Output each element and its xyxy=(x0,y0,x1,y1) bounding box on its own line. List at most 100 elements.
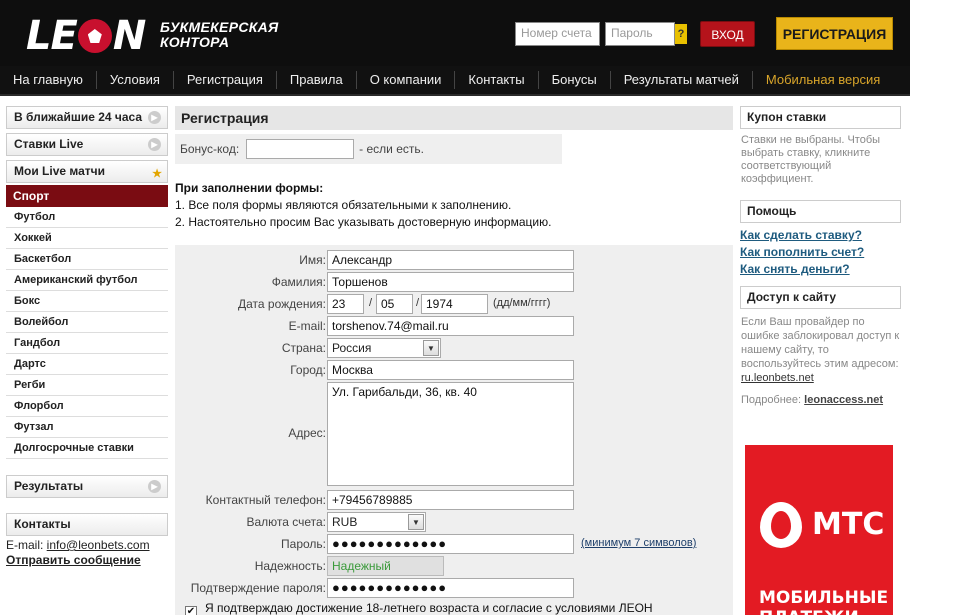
sidebar-email: E-mail: info@leonbets.com xyxy=(6,538,168,553)
phone-label: Контактный телефон: xyxy=(205,493,326,507)
dob-separator: / xyxy=(369,297,373,309)
sport-item-darts[interactable]: Дартс xyxy=(6,354,168,375)
sport-item-volleyball[interactable]: Волейбол xyxy=(6,312,168,333)
sidebar-results-label: Результаты xyxy=(14,479,84,493)
sport-item-rugby[interactable]: Регби xyxy=(6,375,168,396)
name-field[interactable]: Александр xyxy=(327,250,574,270)
proxy-link[interactable]: leonaccess.net xyxy=(804,394,883,406)
address-textarea[interactable]: Ул. Гарибальди, 36, кв. 40 xyxy=(327,382,574,486)
header-password-input[interactable]: Пароль xyxy=(605,22,675,46)
form-instructions: При заполнении формы: 1. Все поля формы … xyxy=(175,180,733,231)
leon-logo[interactable]: LE N xyxy=(26,14,146,58)
proxy-row: Подробнее: leonaccess.net xyxy=(741,394,901,407)
help-link-withdraw[interactable]: Как снять деньги? xyxy=(740,261,901,278)
arrow-right-icon: ▶ xyxy=(148,111,161,124)
country-select[interactable]: Россия ▼ xyxy=(327,338,441,358)
left-sidebar: В ближайшие 24 часа ▶ Ставки Live ▶ Мои Li… xyxy=(6,106,168,567)
sidebar-contacts-title: Контакты xyxy=(6,513,168,536)
send-message-link[interactable]: Отправить сообщение xyxy=(6,553,168,567)
mirror-link[interactable]: ru.leonbets.net xyxy=(741,372,814,384)
sport-item-football[interactable]: Футбол xyxy=(6,207,168,228)
nav-item-registration[interactable]: Регистрация xyxy=(174,71,277,89)
dob-label: Дата рождения: xyxy=(238,297,326,311)
sidebar-live-bets[interactable]: Ставки Live ▶ xyxy=(6,133,168,156)
country-label: Страна: xyxy=(281,341,326,355)
nav-item-mobile[interactable]: Мобильная версия xyxy=(753,71,893,89)
sport-item-handball[interactable]: Гандбол xyxy=(6,333,168,354)
nav-item-bonuses[interactable]: Бонусы xyxy=(539,71,611,89)
surname-field[interactable]: Торшенов xyxy=(327,272,574,292)
right-sidebar: Купон ставки Ставки не выбраны. Чтобы вы… xyxy=(740,106,901,407)
password-row: Пароль: ●●●●●●●●●●●●● (минимум 7 символо… xyxy=(175,534,733,554)
sidebar-next24-label: В ближайшие 24 часа xyxy=(14,110,143,124)
soccer-ball-icon xyxy=(77,19,112,53)
nav-item-about[interactable]: О компании xyxy=(357,71,456,89)
window-margin xyxy=(910,0,961,615)
phone-field[interactable]: +79456789885 xyxy=(327,490,574,510)
sport-item-longterm[interactable]: Долгосрочные ставки xyxy=(6,438,168,459)
phone-row: Контактный телефон: +79456789885 xyxy=(175,490,733,510)
login-button[interactable]: ВХОД xyxy=(700,21,755,47)
help-links: Как сделать ставку? Как пополнить счет? … xyxy=(740,227,901,278)
sidebar-email-link[interactable]: info@leonbets.com xyxy=(47,538,150,552)
chevron-down-icon: ▼ xyxy=(423,340,439,356)
confirm-password-field[interactable]: ●●●●●●●●●●●●● xyxy=(327,578,574,598)
surname-row: Фамилия: Торшенов xyxy=(175,272,733,292)
account-number-input[interactable]: Номер счета xyxy=(515,22,600,46)
site-access-text: Если Ваш провайдер по ошибке заблокирова… xyxy=(741,315,901,385)
register-button[interactable]: РЕГИСТРАЦИЯ xyxy=(776,17,893,50)
sidebar-my-live[interactable]: Мои Live матчи ★ xyxy=(6,160,168,183)
reliability-label: Надежность: xyxy=(254,559,326,573)
nav-item-rules[interactable]: Правила xyxy=(277,71,357,89)
nav-item-results[interactable]: Результаты матчей xyxy=(611,71,753,89)
instruction-2: 2. Настоятельно просим Вас указывать дос… xyxy=(175,215,552,229)
bonus-code-suffix: - если есть. xyxy=(359,142,424,156)
site-access-title: Доступ к сайту xyxy=(740,286,901,309)
password-help-icon[interactable]: ? xyxy=(675,24,687,44)
nav-item-home[interactable]: На главную xyxy=(0,71,97,89)
help-link-make-bet[interactable]: Как сделать ставку? xyxy=(740,227,901,244)
dob-day-field[interactable]: 23 xyxy=(327,294,364,314)
password-field[interactable]: ●●●●●●●●●●●●● xyxy=(327,534,574,554)
name-label: Имя: xyxy=(299,253,326,267)
dob-separator: / xyxy=(416,297,420,309)
sport-item-basketball[interactable]: Баскетбол xyxy=(6,249,168,270)
name-row: Имя: Александр xyxy=(175,250,733,270)
city-field[interactable]: Москва xyxy=(327,360,574,380)
sidebar-my-live-label: Мои Live матчи xyxy=(14,164,105,178)
main-nav: На главную Условия Регистрация Правила О… xyxy=(0,66,910,96)
site-header: LE N БУКМЕКЕРСКАЯ КОНТОРА Номер счета Пар… xyxy=(0,0,910,66)
sidebar-results[interactable]: Результаты ▶ xyxy=(6,475,168,498)
country-value: Россия xyxy=(332,341,372,355)
sport-item-boxing[interactable]: Бокс xyxy=(6,291,168,312)
page: LE N БУКМЕКЕРСКАЯ КОНТОРА Номер счета Пар… xyxy=(0,0,910,615)
mts-ad-banner[interactable]: МТС МОБИЛЬНЫЕ ПЛАТЕЖИ xyxy=(745,445,893,615)
sport-header[interactable]: Спорт xyxy=(6,185,168,207)
dob-year-field[interactable]: 1974 xyxy=(421,294,488,314)
currency-label: Валюта счета: xyxy=(246,515,326,529)
bonus-code-label: Бонус-код: xyxy=(180,142,240,156)
mts-brand: МТС xyxy=(812,507,885,542)
page-title: Регистрация xyxy=(175,106,733,130)
password-label: Пароль: xyxy=(281,537,326,551)
chevron-down-icon: ▼ xyxy=(408,514,424,530)
bonus-code-input[interactable] xyxy=(246,139,355,159)
nav-item-contacts[interactable]: Контакты xyxy=(455,71,539,89)
nav-item-terms[interactable]: Условия xyxy=(97,71,174,89)
sport-item-hockey[interactable]: Хоккей xyxy=(6,228,168,249)
email-field[interactable]: torshenov.74@mail.ru xyxy=(327,316,574,336)
sidebar-email-label: E-mail: xyxy=(6,538,47,552)
sport-item-american-football[interactable]: Американский футбол xyxy=(6,270,168,291)
address-row: Адрес: Ул. Гарибальди, 36, кв. 40 xyxy=(175,382,733,486)
sidebar-next24[interactable]: В ближайшие 24 часа ▶ xyxy=(6,106,168,129)
agree-checkbox[interactable]: ✔ xyxy=(185,606,197,615)
dob-month-field[interactable]: 05 xyxy=(376,294,413,314)
surname-label: Фамилия: xyxy=(271,275,326,289)
coupon-title: Купон ставки xyxy=(740,106,901,129)
help-link-deposit[interactable]: Как пополнить счет? xyxy=(740,244,901,261)
sport-item-floorball[interactable]: Флорбол xyxy=(6,396,168,417)
currency-select[interactable]: RUB ▼ xyxy=(327,512,426,532)
confirm-label: Подтверждение пароля: xyxy=(190,581,326,595)
confirm-row: Подтверждение пароля: ●●●●●●●●●●●●● xyxy=(175,578,733,598)
sport-item-futsal[interactable]: Футзал xyxy=(6,417,168,438)
